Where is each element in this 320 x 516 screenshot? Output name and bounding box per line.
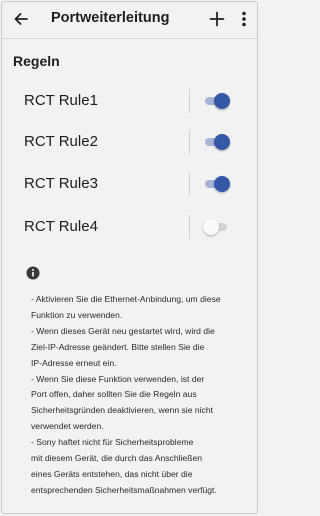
info-note-line: - Wenn dieses Gerät neu gestartet wird, …	[31, 325, 215, 336]
page-title: Portweiterleitung	[51, 10, 170, 26]
rule-row-1[interactable]: RCT Rule1	[2, 82, 257, 120]
info-note-line: eines Geräts entstehen, das nicht über d…	[31, 468, 193, 479]
rule-row-2[interactable]: RCT Rule2	[2, 123, 257, 161]
rule-row-4[interactable]: RCT Rule4	[2, 208, 257, 246]
rule-toggle[interactable]	[203, 218, 231, 236]
header-divider	[2, 38, 257, 39]
rule-label[interactable]: RCT Rule1	[24, 82, 98, 120]
screen: Portweiterleitung Regeln RCT Rule1 RCT R…	[1, 1, 258, 514]
add-rule-button[interactable]	[207, 9, 227, 29]
app-bar: Portweiterleitung	[2, 2, 257, 36]
info-note-line: - Sony haftet nicht für Sicherheitsprobl…	[31, 437, 194, 448]
rule-label[interactable]: RCT Rule3	[24, 165, 98, 203]
rule-divider	[189, 172, 190, 196]
rule-divider	[189, 89, 190, 113]
section-title: Regeln	[13, 53, 60, 69]
rule-row-3[interactable]: RCT Rule3	[2, 165, 257, 203]
rule-label[interactable]: RCT Rule2	[24, 123, 98, 161]
info-note-line: Funktion zu verwenden.	[31, 309, 123, 320]
rule-divider	[189, 215, 190, 239]
rule-label[interactable]: RCT Rule4	[24, 208, 98, 246]
more-options-button[interactable]	[236, 9, 252, 29]
toggle-thumb	[214, 93, 230, 109]
rule-toggle[interactable]	[203, 92, 231, 110]
info-note-line: - Aktivieren Sie die Ethernet-Anbindung,…	[31, 294, 221, 304]
rule-divider	[189, 130, 190, 154]
more-vert-icon	[242, 11, 246, 27]
rule-toggle[interactable]	[203, 133, 231, 151]
toggle-thumb	[203, 219, 219, 235]
info-note-line: - Wenn Sie diese Funktion verwenden, ist…	[31, 373, 205, 384]
info-note-line: Ziel-IP-Adresse geändert. Bitte stellen …	[31, 341, 205, 352]
info-note-line: entsprechenden Sicherheitsmaßnahmen verf…	[31, 484, 217, 495]
info-icon	[26, 266, 40, 280]
plus-icon	[209, 11, 225, 27]
rule-toggle[interactable]	[203, 175, 231, 193]
info-note-line: mit diesem Gerät, die durch das Anschlie…	[31, 453, 203, 464]
toggle-thumb	[214, 176, 230, 192]
back-button[interactable]	[11, 9, 31, 29]
back-arrow-icon	[14, 13, 28, 25]
info-note-line: IP-Adresse erneut ein.	[31, 357, 117, 368]
info-notes: - Aktivieren Sie die Ethernet-Anbindung,…	[31, 292, 253, 499]
info-note-line: verwendet werden.	[31, 421, 104, 432]
info-note-line: Sicherheitsgründen deaktivieren, wenn si…	[31, 405, 214, 416]
toggle-thumb	[214, 134, 230, 150]
info-note-line: Port offen, daher sollten Sie die Regeln…	[31, 389, 197, 400]
